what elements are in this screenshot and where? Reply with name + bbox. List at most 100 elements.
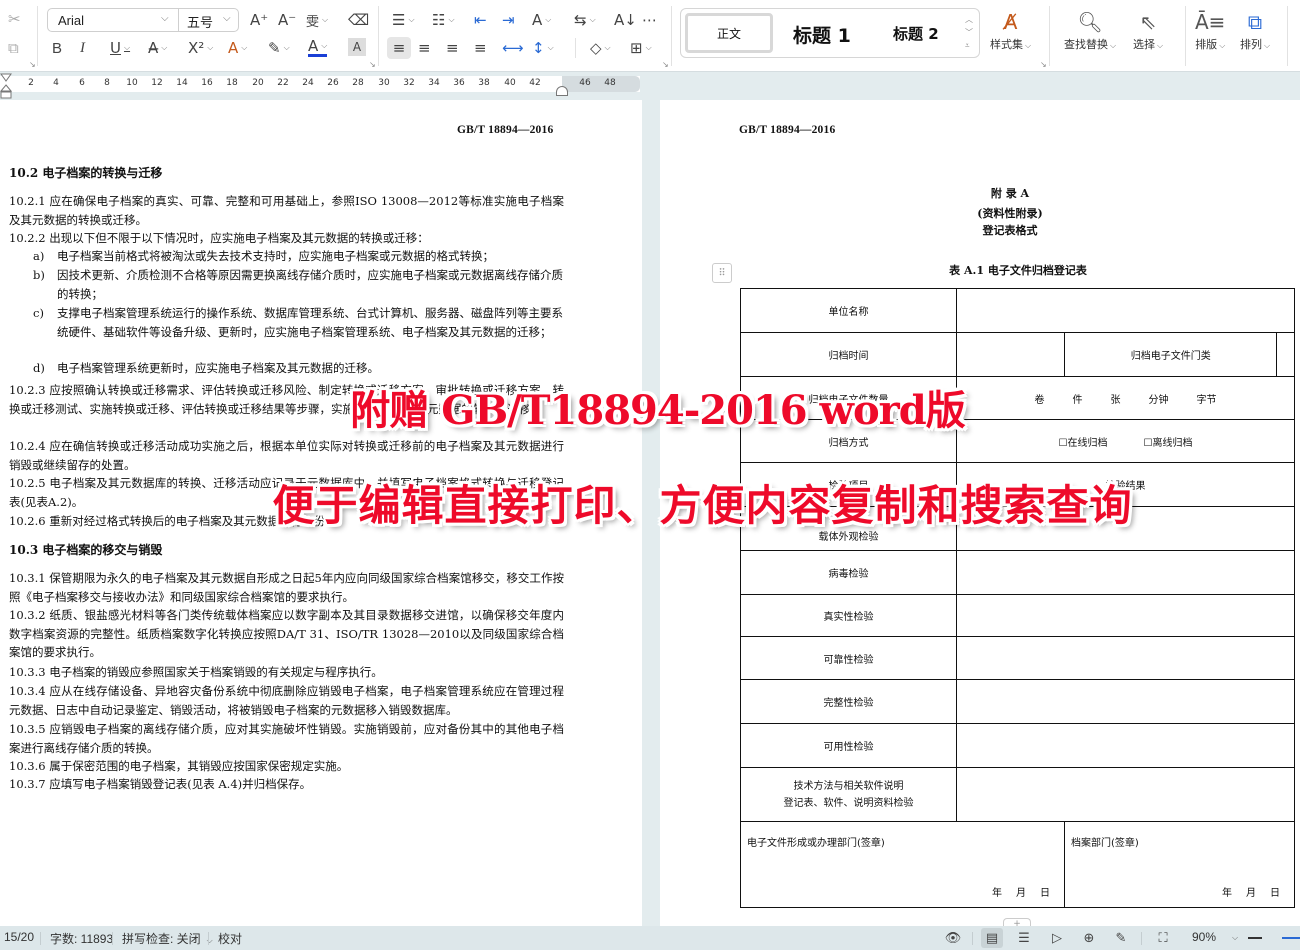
align-left-icon[interactable]: ≡ (387, 37, 411, 59)
chevron-down-icon[interactable]: ⌵ (161, 13, 169, 24)
paragraph-dialog-launcher[interactable]: ↘ (662, 60, 669, 69)
cut-icon[interactable]: ✂ (8, 8, 21, 30)
decrease-indent-icon[interactable]: ⇤ (474, 9, 487, 31)
sort-az-icon[interactable]: A↓ (614, 9, 637, 31)
align-right-icon[interactable]: ≡ (446, 37, 459, 59)
styles-dialog-launcher[interactable]: ↘ (1040, 60, 1047, 69)
table-cell-label: 归档时间 (740, 332, 957, 377)
separator (37, 6, 38, 66)
increase-indent-icon[interactable]: ⇥ (502, 9, 515, 31)
highlight-icon[interactable]: ✎ ⌵ (268, 37, 290, 59)
font-color-icon[interactable]: A ⌵ (308, 37, 328, 57)
paragraph: 10.3.1 保管期限为永久的电子档案及其元数据自形成之日起5年内应向同级国家综… (9, 571, 564, 604)
phonetic-guide-icon[interactable]: 雯 ⌵ (306, 9, 328, 31)
underline-icon[interactable]: U ⌵ (110, 37, 130, 59)
signature-forming-dept[interactable]: 电子文件形成或办理部门(签章) 年月日 (740, 821, 1065, 908)
strikethrough-icon[interactable]: A̶ ⌵ (148, 37, 167, 59)
style-heading-2[interactable]: 标题 2 (893, 23, 939, 44)
zoom-level[interactable]: 90% (1192, 930, 1216, 944)
ruler-tick: 32 (403, 78, 415, 88)
arrange-icon: ⧉ (1247, 10, 1263, 34)
shading-icon[interactable]: ◇ ⌵ (590, 37, 611, 59)
italic-icon[interactable]: I (80, 37, 85, 59)
fit-page-icon[interactable]: ⛶ (1152, 928, 1174, 948)
table-drag-handle[interactable]: ⠿ (712, 263, 732, 283)
align-center-icon[interactable]: ≡ (418, 37, 431, 59)
sort-icon[interactable]: ⇆ ⌵ (574, 9, 596, 31)
find-replace-button[interactable]: 🔍︎ 查找替换 ⌵ (1064, 8, 1116, 52)
table-row: 技术方法与相关软件说明 登记表、软件、说明资料检验 (740, 767, 1295, 822)
layout-button[interactable]: Ā≡ 排版 ⌵ (1195, 8, 1225, 52)
clipboard-dialog-launcher[interactable]: ↘ (29, 60, 36, 69)
ruler-tick: 30 (378, 78, 390, 88)
justify-icon[interactable]: ≡ (474, 37, 487, 59)
font-dialog-launcher[interactable]: ↘ (369, 60, 376, 69)
eye-icon[interactable]: 👁︎ (942, 928, 964, 948)
text-direction-icon[interactable]: A ⌵ (532, 9, 551, 31)
chevron-down-icon[interactable]: ⌵ (223, 13, 231, 24)
distribute-icon[interactable]: ⟷ (502, 37, 524, 59)
expand-gallery-icon[interactable]: ⩡ (965, 39, 973, 52)
search-icon: 🔍︎ (1077, 10, 1103, 34)
signature-archive-dept[interactable]: 档案部门(签章) 年月日 (1064, 821, 1295, 908)
table-cell-value[interactable] (956, 636, 1295, 680)
table-cell-value[interactable] (956, 288, 1295, 333)
grow-font-icon[interactable]: A⁺ (250, 9, 268, 31)
table-cell-value[interactable] (956, 594, 1295, 637)
table-cell-value[interactable] (956, 679, 1295, 724)
chevron-down-icon[interactable]: ﹀ (965, 26, 973, 39)
paragraph: 10.3.2 纸质、银盐感光材料等各门类传统载体档案应以数字副本及其目录数据移交… (9, 608, 564, 659)
style-set-button[interactable]: A̸ 样式集 ⌵ (990, 8, 1031, 52)
zoom-out-button[interactable] (1248, 937, 1262, 939)
bullets-icon[interactable]: ☰ ⌵ (392, 9, 415, 31)
table-cell-value[interactable] (956, 550, 1295, 595)
font-selector[interactable]: Arial ⌵ 五号 ⌵ (47, 8, 239, 32)
zoom-slider[interactable] (1282, 937, 1300, 939)
style-heading-1[interactable]: 标题 1 (793, 21, 851, 48)
appendix-subtitle: 登记表格式 (982, 224, 1038, 237)
clear-format-icon[interactable]: ⌫ (348, 9, 369, 31)
numbering-icon[interactable]: ☷ ⌵ (432, 9, 455, 31)
page-view-icon[interactable]: ▤ (981, 928, 1003, 948)
table-row: 单位名称 (740, 288, 1295, 333)
table-row: 归档时间 归档电子文件门类 (740, 332, 1295, 377)
char-shading-icon[interactable]: A (348, 38, 366, 56)
table-cell-value[interactable] (956, 332, 1065, 377)
indent-marker[interactable] (0, 72, 12, 100)
superscript-icon[interactable]: X² ⌵ (188, 37, 213, 59)
outline-view-icon[interactable]: ☰ (1013, 928, 1035, 948)
chevron-up-icon[interactable]: ︿ (965, 13, 973, 26)
text-effect-icon[interactable]: A ⌵ (228, 37, 247, 59)
paragraph: 10.3.3 电子档案的销毁应参照国家关于档案销毁的有关规定与程序执行。 (9, 665, 383, 679)
arrange-button[interactable]: ⧉ 排列 ⌵ (1240, 8, 1270, 52)
chevron-down-icon[interactable]: ⌵ (1232, 933, 1238, 943)
pen-icon[interactable]: ✎ (1110, 928, 1132, 948)
line-spacing-icon[interactable]: ↕ ⌵ (532, 37, 554, 59)
ruler-tick: 12 (151, 78, 163, 88)
copy-icon[interactable]: ⧉ (8, 37, 19, 59)
shrink-font-icon[interactable]: A⁻ (278, 9, 296, 31)
select-button[interactable]: ⇖ 选择 ⌵ (1133, 8, 1163, 52)
page-indicator[interactable]: 15/20 (4, 930, 34, 944)
table-cell-value[interactable] (956, 723, 1295, 768)
bold-icon[interactable]: B (52, 37, 62, 59)
table-cell-value[interactable] (956, 767, 1295, 822)
borders-icon[interactable]: ⊞ ⌵ (630, 37, 652, 59)
paragraph: 10.3.6 属于保密范围的电子档案，其销毁应按国家保密规定实施。 (9, 759, 349, 773)
word-count[interactable]: 字数: 11893 (50, 930, 113, 947)
proofread-button[interactable]: 校对 (218, 930, 242, 947)
table-cell-value[interactable] (1276, 332, 1295, 377)
right-indent-marker[interactable] (556, 86, 568, 96)
play-icon[interactable]: ▷ (1046, 928, 1068, 948)
gallery-scroll[interactable]: ︿ ﹀ ⩡ (965, 13, 973, 52)
web-view-icon[interactable]: ⊕ (1078, 928, 1100, 948)
horizontal-ruler[interactable]: 2 4 6 8 10 12 14 16 18 20 22 24 26 28 30 32 34 36 38 40 42 46… (0, 76, 640, 92)
font-name-value[interactable]: Arial (58, 13, 84, 28)
paragraph: 10.3.4 应从在线存储设备、异地容灾备份系统中彻底删除应销毁电子档案，电子档… (9, 684, 564, 717)
tab-stops-icon[interactable]: ⋯ (642, 9, 657, 31)
spell-check-toggle[interactable]: 拼写检查: 关闭 ⌵ (122, 930, 213, 947)
ruler-tick: 2 (28, 78, 34, 88)
style-normal[interactable]: 正文 (685, 13, 773, 53)
font-size-value[interactable]: 五号 (187, 12, 213, 31)
appendix-type: (资料性附录) (977, 207, 1043, 220)
